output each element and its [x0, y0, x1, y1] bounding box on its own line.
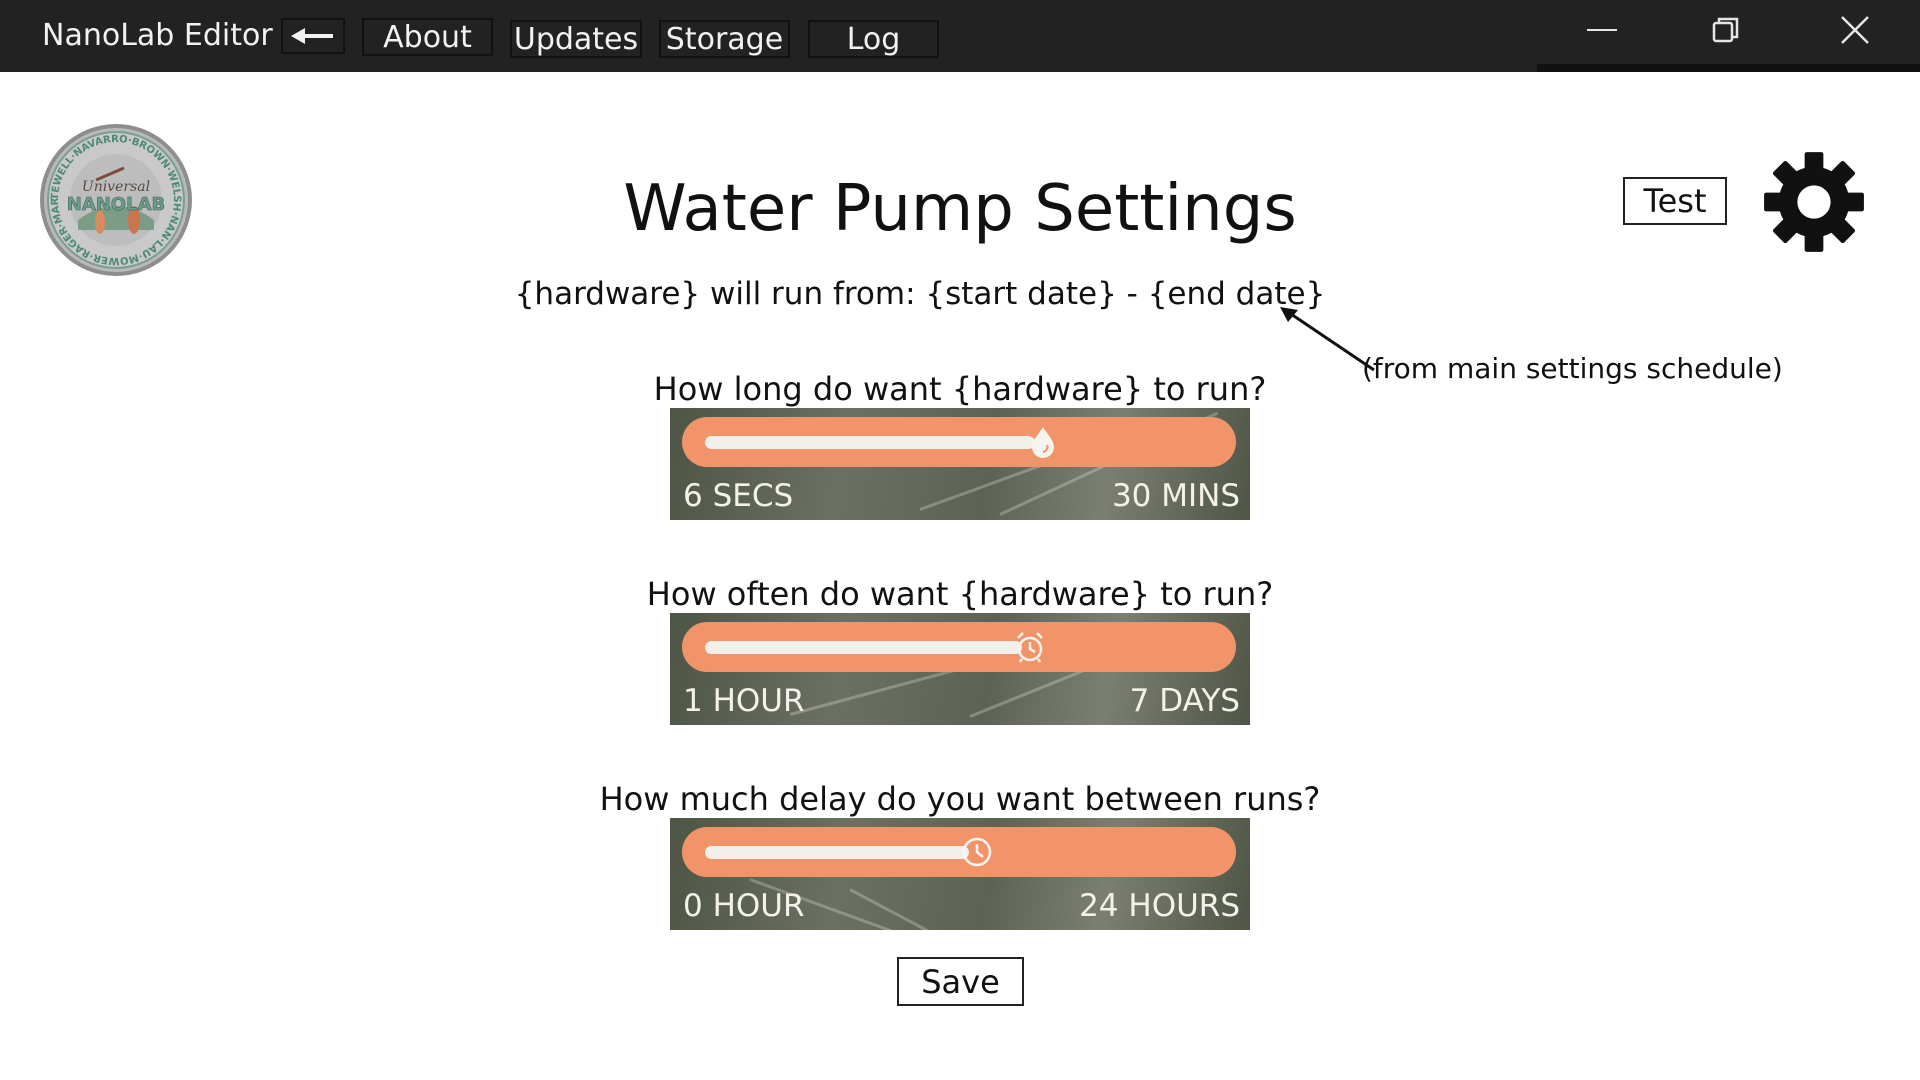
updates-button[interactable]: Updates — [510, 20, 642, 58]
clock-icon[interactable] — [961, 835, 993, 869]
frequency-slider[interactable] — [682, 622, 1236, 672]
left-arrow-icon — [291, 28, 333, 44]
delay-max-label: 24 HOURS — [1079, 888, 1240, 924]
delay-question: How much delay do you want between runs? — [599, 780, 1321, 818]
frequency-slider-card: 1 HOUR 7 DAYS — [670, 613, 1250, 725]
frequency-max-label: 7 DAYS — [1129, 683, 1240, 719]
log-button[interactable]: Log — [808, 20, 939, 58]
delay-min-label: 0 HOUR — [683, 888, 805, 924]
duration-slider-card: 6 SECS 30 MINS — [670, 408, 1250, 520]
restore-icon — [1712, 17, 1739, 43]
logo-nanolab-text: NANOLAB — [67, 194, 165, 215]
duration-slider[interactable] — [682, 417, 1236, 467]
frequency-slider-fill — [705, 641, 1022, 654]
schedule-text: {hardware} will run from: {start date} -… — [514, 276, 1326, 312]
frequency-question: How often do want {hardware} to run? — [646, 575, 1274, 613]
alarm-clock-icon[interactable] — [1014, 630, 1046, 664]
frequency-min-label: 1 HOUR — [683, 683, 805, 719]
test-button[interactable]: Test — [1623, 177, 1727, 225]
duration-question: How long do want {hardware} to run? — [653, 370, 1267, 408]
delay-slider-card: 0 HOUR 24 HOURS — [670, 818, 1250, 930]
title-bar-edge — [1537, 64, 1920, 72]
minimize-icon — [1587, 29, 1617, 31]
close-icon — [1841, 16, 1869, 44]
app-title: NanoLab Editor — [42, 18, 273, 53]
about-button[interactable]: About — [362, 18, 493, 56]
nanolab-logo: TEWELL·NAVARRO·BROWN·WELSH·NAN·LAU·MOWER… — [38, 122, 192, 276]
storage-button[interactable]: Storage — [659, 20, 790, 58]
gear-icon[interactable] — [1762, 150, 1866, 254]
water-drop-icon[interactable] — [1027, 425, 1059, 459]
duration-slider-fill — [705, 436, 1035, 449]
delay-slider-fill — [705, 846, 969, 859]
minimize-button[interactable] — [1572, 8, 1632, 52]
close-button[interactable] — [1825, 8, 1885, 52]
page-title: Water Pump Settings — [623, 172, 1297, 246]
duration-min-label: 6 SECS — [683, 478, 794, 514]
logo-universal-text: Universal — [82, 179, 150, 195]
save-button[interactable]: Save — [897, 957, 1024, 1006]
delay-slider[interactable] — [682, 827, 1236, 877]
back-button[interactable] — [281, 18, 345, 54]
schedule-note: (from main settings schedule) — [1362, 352, 1783, 385]
duration-max-label: 30 MINS — [1111, 478, 1240, 514]
restore-button[interactable] — [1696, 8, 1756, 52]
